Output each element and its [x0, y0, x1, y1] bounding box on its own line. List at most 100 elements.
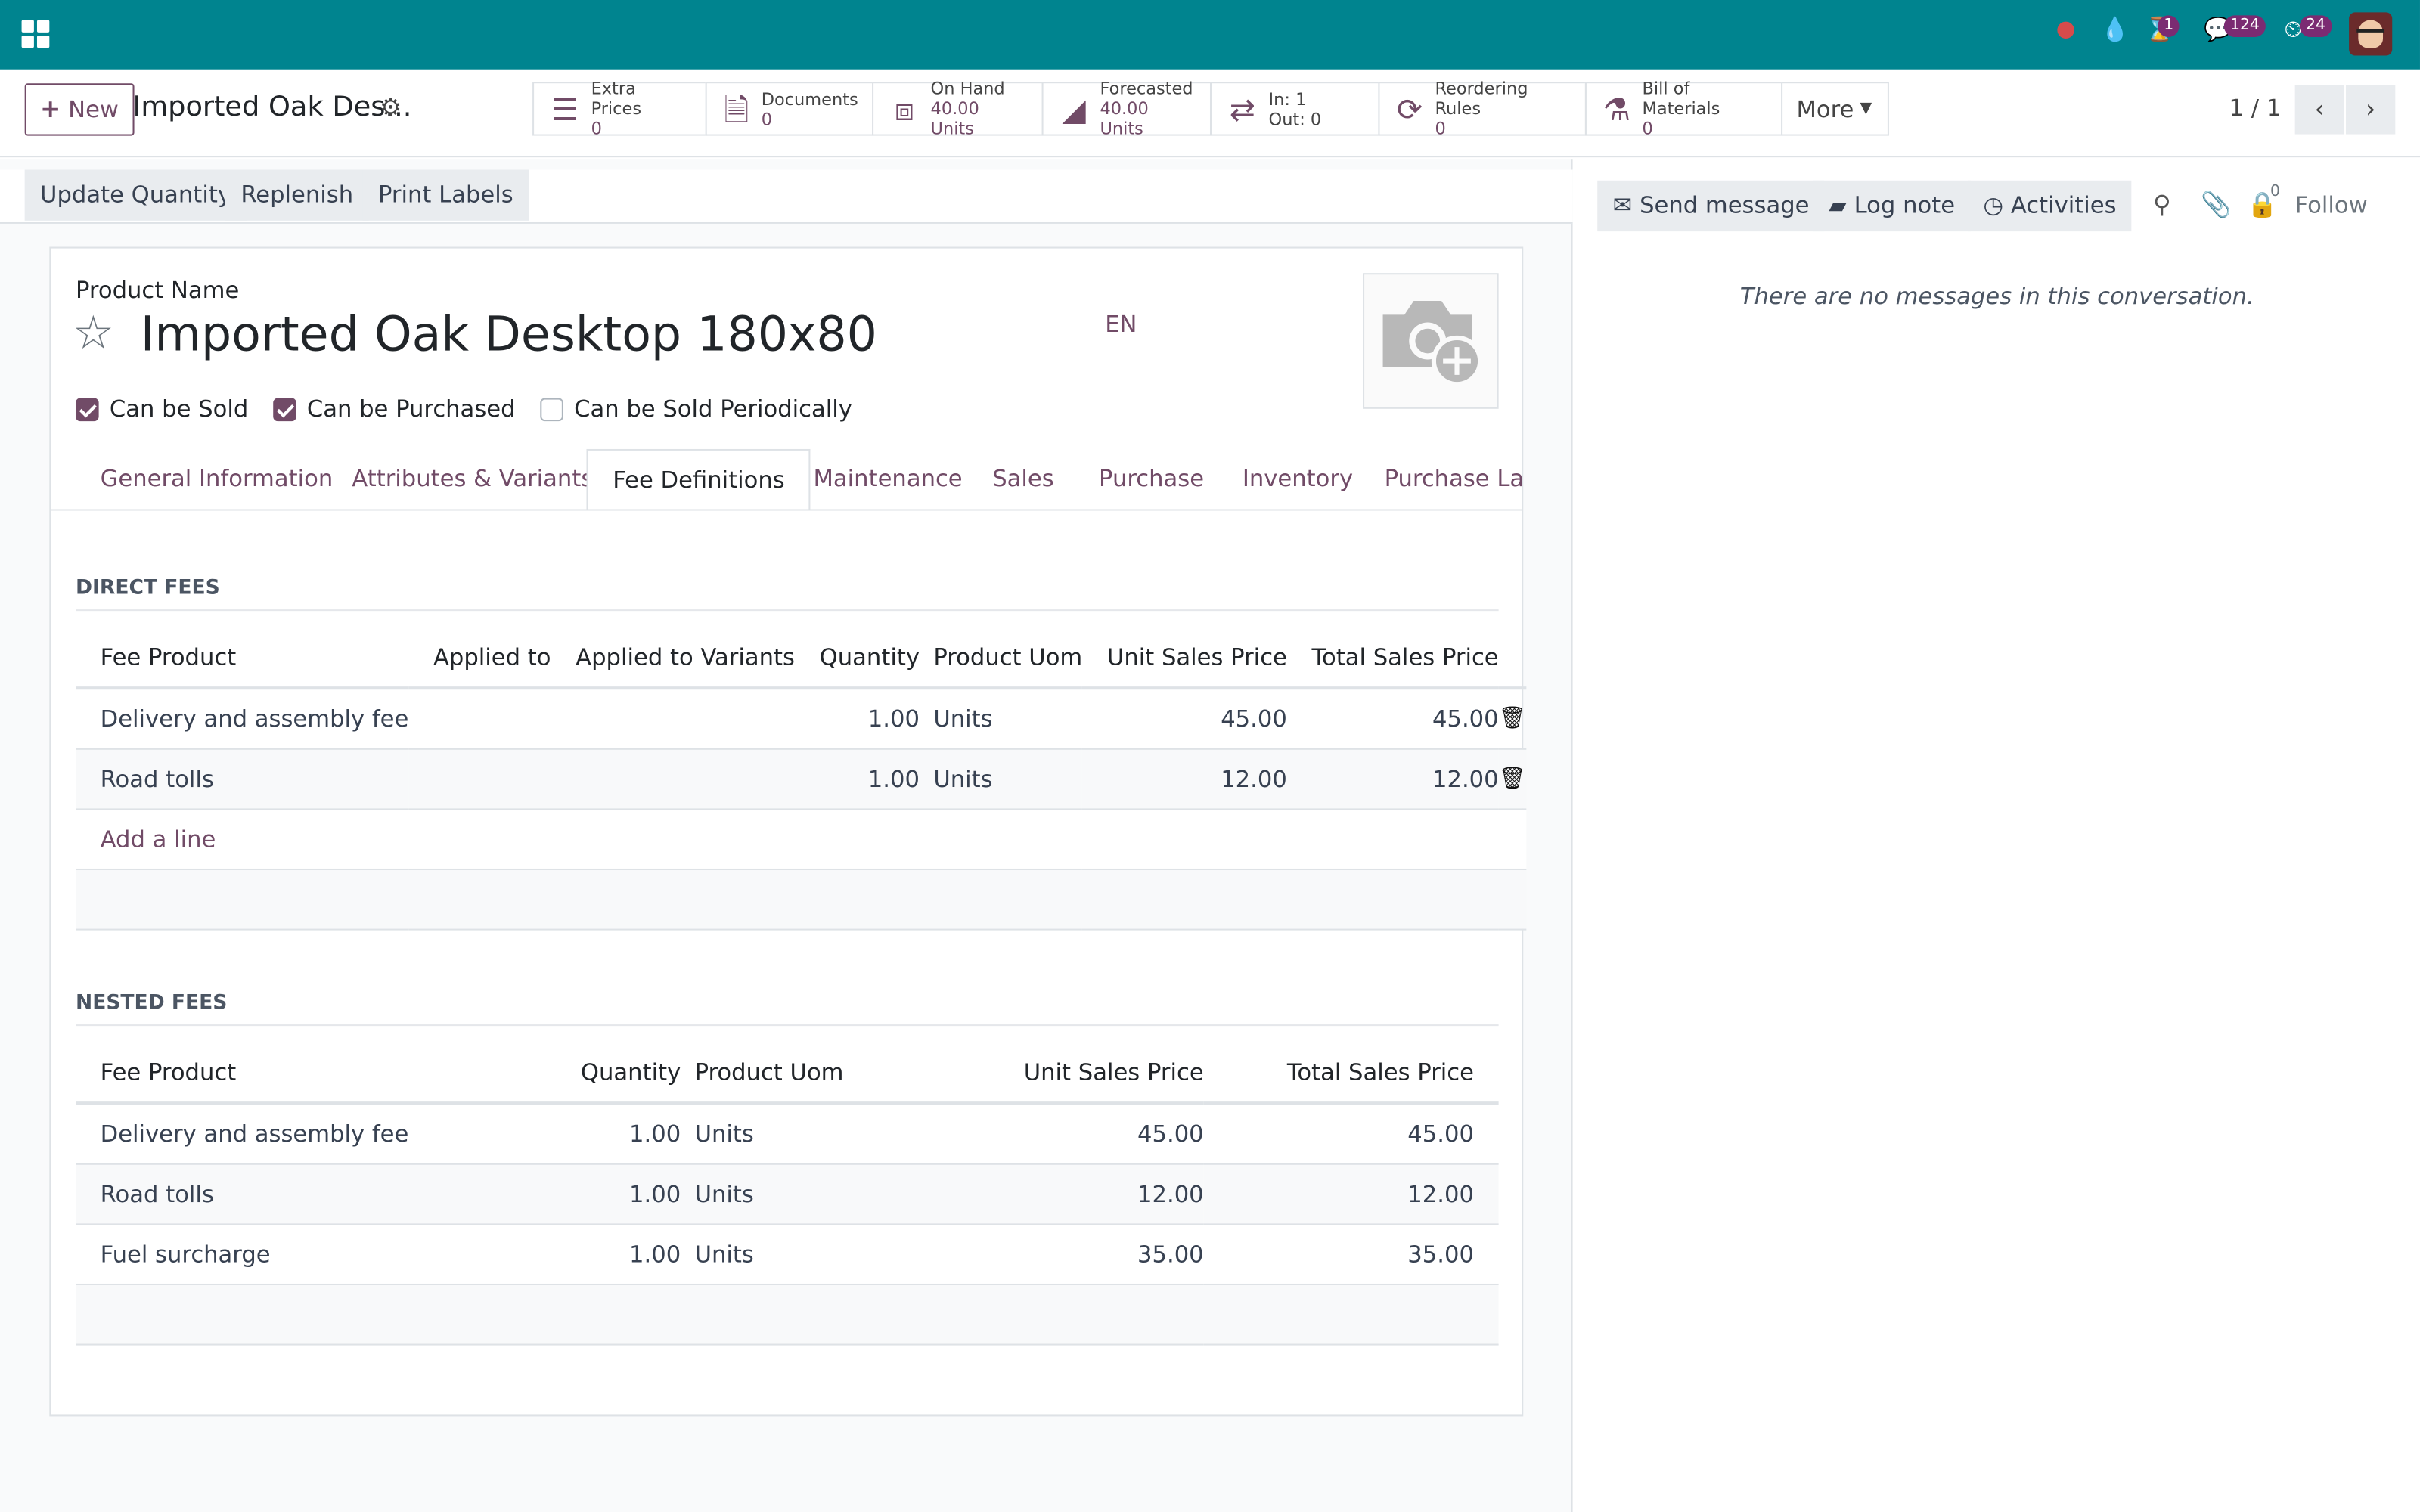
table-row[interactable]: Delivery and assembly fee 1.00 Units 45.…: [75, 1103, 1499, 1164]
tab-general-information[interactable]: General Information: [101, 449, 334, 510]
direct-fees-title: DIRECT FEES: [75, 577, 1499, 612]
applied-variants-cell[interactable]: [551, 748, 796, 810]
quantity-cell[interactable]: 1.00: [795, 748, 920, 810]
column-header[interactable]: Total Sales Price: [1203, 1041, 1499, 1105]
column-header[interactable]: Product Uom: [919, 626, 1083, 690]
product-name-field[interactable]: Imported Oak Desktop 180x80: [141, 307, 877, 362]
star-icon[interactable]: ☆: [73, 307, 114, 361]
can-be-purchased-checkbox[interactable]: Can be Purchased: [272, 395, 516, 423]
tab-maintenance[interactable]: Maintenance: [814, 449, 963, 510]
replenish-button[interactable]: Replenish: [225, 169, 369, 221]
checkbox-box[interactable]: [75, 397, 99, 421]
unit-price-cell[interactable]: 45.00: [1082, 688, 1287, 749]
checkbox-box[interactable]: [272, 397, 296, 421]
print-labels-button[interactable]: Print Labels: [362, 169, 529, 221]
language-button[interactable]: EN: [1105, 310, 1137, 338]
clock-icon: ◷: [1983, 191, 2004, 219]
trash-icon[interactable]: 🗑: [1498, 688, 1526, 749]
pager-next-button[interactable]: ›: [2346, 85, 2396, 135]
column-header[interactable]: Product Uom: [681, 1041, 929, 1105]
recording-dot-icon[interactable]: [2057, 21, 2074, 39]
column-header[interactable]: Quantity: [526, 1041, 681, 1105]
uom-cell[interactable]: Units: [919, 688, 1083, 749]
tab-purchase-landed-costs[interactable]: Purchase Lan: [1385, 449, 1522, 510]
total-price-cell[interactable]: 45.00: [1203, 1103, 1499, 1164]
table-row[interactable]: Fuel surcharge 1.00 Units 35.00 35.00: [75, 1223, 1499, 1284]
bill-of-materials-button[interactable]: ⚗ Bill of Materials 0: [1584, 79, 1783, 139]
unit-price-cell[interactable]: 12.00: [1082, 748, 1287, 810]
tab-attributes-variants[interactable]: Attributes & Variants: [352, 449, 593, 510]
applied-variants-cell[interactable]: [551, 688, 796, 749]
fee-product-cell[interactable]: Delivery and assembly fee: [75, 688, 409, 749]
gear-icon[interactable]: ⚙: [380, 92, 402, 122]
column-header[interactable]: Unit Sales Price: [1082, 626, 1287, 690]
uom-cell[interactable]: Units: [681, 1163, 929, 1225]
product-image-field[interactable]: [1363, 273, 1499, 409]
applied-to-cell[interactable]: [408, 748, 551, 810]
paperclip-icon[interactable]: 📎: [2201, 190, 2232, 219]
column-header[interactable]: Total Sales Price: [1286, 626, 1499, 690]
column-header[interactable]: Unit Sales Price: [929, 1041, 1204, 1105]
tab-sales[interactable]: Sales: [992, 449, 1054, 510]
table-row[interactable]: Road tolls 1.00 Units 12.00 12.00: [75, 1163, 1499, 1225]
pager-value[interactable]: 1 / 1: [2229, 94, 2282, 122]
tab-purchase[interactable]: Purchase: [1099, 449, 1204, 510]
forecasted-button[interactable]: ◢ Forecasted 40.00 Units: [1041, 79, 1212, 139]
new-button[interactable]: + New: [24, 83, 135, 136]
stat-label: On Hand: [930, 79, 1005, 99]
table-row[interactable]: Delivery and assembly fee 1.00 Units 45.…: [75, 688, 1526, 749]
in-out-button[interactable]: ⇄ In: 1 Out: 0: [1209, 82, 1380, 136]
checkbox-box[interactable]: [540, 397, 563, 421]
fee-product-cell[interactable]: Road tolls: [75, 748, 409, 810]
apps-menu-icon[interactable]: [21, 20, 50, 48]
form-pane: Update Quantity Replenish Print Labels P…: [0, 159, 1573, 1512]
fee-product-cell[interactable]: Road tolls: [75, 1163, 526, 1225]
total-price-cell[interactable]: 45.00: [1286, 688, 1499, 749]
fee-product-cell[interactable]: Fuel surcharge: [75, 1223, 526, 1284]
uom-cell[interactable]: Units: [681, 1103, 929, 1164]
column-header[interactable]: Applied to: [408, 626, 551, 690]
user-avatar[interactable]: [2349, 12, 2393, 56]
can-be-sold-periodically-checkbox[interactable]: Can be Sold Periodically: [540, 395, 852, 423]
direct-fees-table: Fee Product Applied to Applied to Varian…: [75, 626, 1526, 930]
total-price-cell[interactable]: 12.00: [1203, 1163, 1499, 1225]
column-header[interactable]: Quantity: [795, 626, 920, 690]
table-row[interactable]: Road tolls 1.00 Units 12.00 12.00 🗑: [75, 748, 1526, 810]
on-hand-button[interactable]: ⧈ On Hand 40.00 Units: [872, 79, 1044, 139]
tab-fee-definitions[interactable]: Fee Definitions: [586, 448, 811, 510]
pager-previous-button[interactable]: ‹: [2294, 85, 2344, 135]
quantity-cell[interactable]: 1.00: [526, 1223, 681, 1284]
applied-to-cell[interactable]: [408, 688, 551, 749]
column-header[interactable]: Fee Product: [75, 626, 409, 690]
documents-button[interactable]: 🗎 Documents 0: [705, 82, 874, 136]
uom-cell[interactable]: Units: [681, 1223, 929, 1284]
total-price-cell[interactable]: 35.00: [1203, 1223, 1499, 1284]
total-price-cell[interactable]: 12.00: [1286, 748, 1499, 810]
quantity-cell[interactable]: 1.00: [526, 1163, 681, 1225]
stat-value: 0: [1642, 119, 1653, 139]
follow-button[interactable]: Follow: [2295, 191, 2368, 219]
column-header[interactable]: Fee Product: [75, 1041, 526, 1105]
droplet-icon[interactable]: 💧: [2101, 15, 2130, 43]
quantity-cell[interactable]: 1.00: [795, 688, 920, 749]
more-dropdown[interactable]: More ▼: [1781, 82, 1889, 136]
checkbox-label: Can be Sold Periodically: [574, 395, 852, 423]
uom-cell[interactable]: Units: [919, 748, 1083, 810]
log-note-button[interactable]: ▰ Log note: [1813, 180, 1971, 232]
trash-icon[interactable]: 🗑: [1498, 748, 1526, 810]
can-be-sold-checkbox[interactable]: Can be Sold: [75, 395, 248, 423]
update-quantity-button[interactable]: Update Quantity: [24, 169, 247, 221]
unit-price-cell[interactable]: 12.00: [929, 1163, 1204, 1225]
activities-button[interactable]: ◷ Activities: [1968, 180, 2132, 232]
column-header[interactable]: Applied to Variants: [551, 626, 796, 690]
quantity-cell[interactable]: 1.00: [526, 1103, 681, 1164]
search-icon[interactable]: ⚲: [2153, 190, 2171, 219]
extra-prices-button[interactable]: ☰ Extra Prices 0: [532, 79, 707, 139]
unit-price-cell[interactable]: 45.00: [929, 1103, 1204, 1164]
tab-inventory[interactable]: Inventory: [1243, 449, 1353, 510]
unit-price-cell[interactable]: 35.00: [929, 1223, 1204, 1284]
add-a-line-link[interactable]: Add a line: [101, 825, 216, 853]
fee-product-cell[interactable]: Delivery and assembly fee: [75, 1103, 526, 1164]
send-message-button[interactable]: ✉ Send message: [1597, 180, 1825, 232]
reordering-rules-button[interactable]: ⟳ Reordering Rules 0: [1378, 79, 1587, 139]
